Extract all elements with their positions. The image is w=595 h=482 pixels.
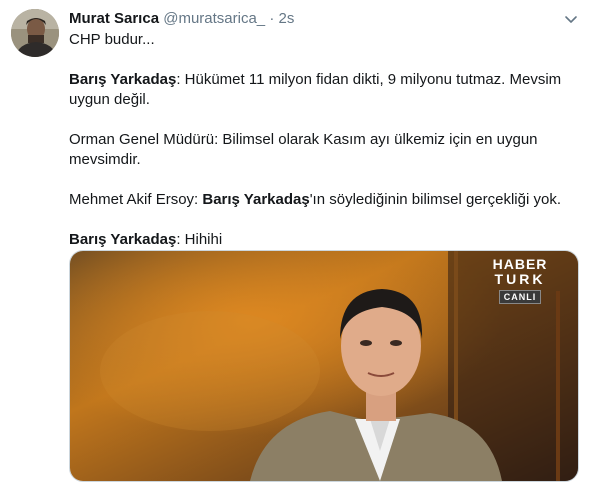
text-paragraph: Mehmet Akif Ersoy: Barış Yarkadaş'ın söy…	[69, 190, 574, 210]
tweet-header: Murat Sarıca @muratsarica_ · 2s	[69, 10, 294, 28]
tweet[interactable]: Murat Sarıca @muratsarica_ · 2s CHP budu…	[0, 0, 595, 482]
live-badge: CANLI	[498, 290, 542, 304]
text-paragraph: Barış Yarkadaş: Hükümet 11 milyon fidan …	[69, 70, 574, 110]
author-handle[interactable]: @muratsarica_	[163, 10, 265, 27]
text-line: CHP budur...	[69, 31, 155, 48]
logo-text: HABER	[492, 256, 548, 272]
text-span: : Hihihi	[176, 231, 223, 248]
tweet-text: CHP budur... Barış Yarkadaş: Hükümet 11 …	[69, 30, 574, 250]
separator: ·	[269, 10, 275, 27]
chevron-down-icon[interactable]	[563, 11, 579, 27]
haberturk-logo: HABER TURK CANLI	[484, 256, 556, 304]
text-span: 'ın söylediğinin bilimsel gerçekliği yok…	[309, 191, 561, 208]
mention-name: Barış Yarkadaş	[69, 71, 177, 88]
mention-name: Barış Yarkadaş	[69, 231, 177, 248]
logo-text: TURK	[494, 271, 546, 287]
text-paragraph: Barış Yarkadaş: Hihihi	[69, 230, 574, 250]
mention-name: Barış Yarkadaş	[202, 191, 310, 208]
text-span: Mehmet Akif Ersoy:	[69, 191, 203, 208]
timestamp[interactable]: 2s	[279, 10, 295, 27]
author-name[interactable]: Murat Sarıca	[69, 10, 159, 27]
text-paragraph: Orman Genel Müdürü: Bilimsel olarak Kası…	[69, 131, 538, 168]
video-thumbnail[interactable]: HABER TURK CANLI	[69, 250, 579, 482]
avatar[interactable]	[11, 9, 59, 57]
